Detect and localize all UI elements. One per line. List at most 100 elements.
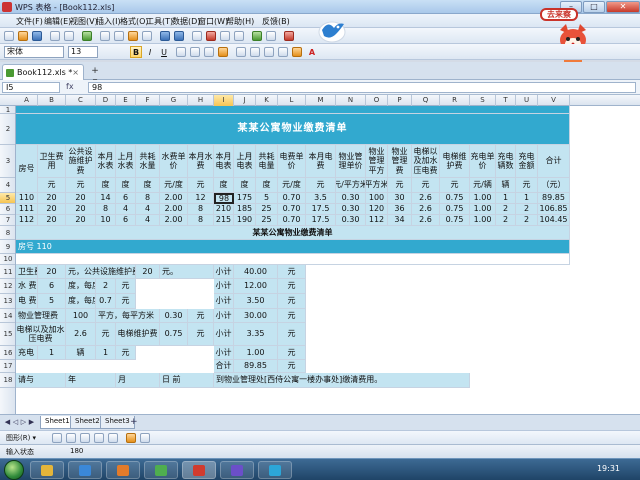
unit-cell[interactable]: 元/辆 [470,178,496,193]
data-cell[interactable]: 25 [256,215,278,226]
data-cell[interactable]: 6 [116,193,136,204]
drawing-icon[interactable] [266,31,276,41]
row-header[interactable]: 15 [0,323,15,346]
hyperlink-icon[interactable] [192,31,202,41]
unit-cell[interactable]: 度 [256,178,278,193]
detail-text[interactable]: 度，每度 [66,294,96,309]
header-cell[interactable]: 本月水表 [96,145,116,178]
column-header[interactable]: P [388,95,412,106]
sort-desc-icon[interactable] [234,31,244,41]
subtotal-label[interactable]: 小计 [214,346,234,360]
fx-icon[interactable]: fx [66,82,74,91]
font-size-select[interactable]: 13 [68,46,98,58]
data-cell[interactable]: 89.85 [538,193,570,204]
header-cell[interactable]: 本月水费 [188,145,214,178]
taskbar-wps[interactable] [182,461,216,479]
detail-text[interactable]: 元。 [160,265,214,279]
undo-icon[interactable] [160,31,170,41]
print-preview-icon[interactable] [64,31,74,41]
start-button-icon[interactable] [4,460,24,480]
fill-color-icon[interactable] [292,47,302,57]
data-cell[interactable]: 2 [516,204,538,215]
data-cell[interactable]: 30 [388,193,412,204]
column-header[interactable]: H [188,95,214,106]
unit-text[interactable]: 元 [278,323,306,346]
unit-text[interactable]: 元 [96,323,116,346]
unit-cell[interactable]: 平方米 [366,178,388,193]
unit-text[interactable]: 元 [188,309,214,323]
detail-label[interactable]: 物业管理费 [16,309,66,323]
menu-window[interactable]: 窗口(W) [198,16,228,27]
data-cell[interactable]: 2 [496,204,516,215]
data-cell[interactable]: 14 [96,193,116,204]
column-header[interactable]: J [234,95,256,106]
detail-value[interactable]: 2.6 [66,323,96,346]
data-cell[interactable]: 36 [388,204,412,215]
footer-text[interactable]: 年 [66,373,116,388]
header-cell[interactable]: 充电辆数 [496,145,516,178]
add-sheet-button[interactable]: + [130,418,138,427]
sort-asc-icon[interactable] [220,31,230,41]
align-right-icon[interactable] [204,47,214,57]
textbox-tool-icon[interactable] [108,433,118,443]
column-header[interactable]: O [366,95,388,106]
subtotal-value[interactable]: 40.00 [234,265,278,279]
data-cell[interactable]: 2 [496,215,516,226]
font-color-button[interactable]: A [306,46,318,58]
unit-text[interactable]: 元 [278,279,306,294]
column-header[interactable]: S [470,95,496,106]
data-cell[interactable]: 1 [496,193,516,204]
data-cell[interactable]: 0.75 [440,193,470,204]
data-cell[interactable]: 210 [214,204,234,215]
data-cell[interactable]: 190 [234,215,256,226]
format-painter-icon[interactable] [142,31,152,41]
data-cell[interactable]: 2.6 [412,193,440,204]
unit-text[interactable]: 元 [278,309,306,323]
taskbar-browser[interactable] [68,461,102,479]
total-value[interactable]: 89.85 [234,360,278,373]
row-header[interactable]: 13 [0,294,15,309]
menu-data[interactable]: 数据(D) [172,16,200,27]
subtotal-value[interactable]: 3.50 [234,294,278,309]
column-header[interactable]: G [160,95,188,106]
data-cell[interactable]: 4 [136,204,160,215]
detail-value[interactable]: 0.75 [160,323,188,346]
draw-menu[interactable]: 图形(R) ▾ [6,433,36,443]
data-cell[interactable]: 175 [234,193,256,204]
underline-button[interactable]: U [158,46,170,58]
data-cell[interactable]: 20 [66,193,96,204]
row-header[interactable]: 3 [0,145,15,178]
data-cell[interactable]: 4 [136,215,160,226]
menu-view[interactable]: 视图(V) [70,16,98,27]
unit-cell[interactable]: 度 [116,178,136,193]
detail-value[interactable]: 2 [96,279,116,294]
bold-button[interactable]: B [130,46,142,58]
subtotal-label[interactable]: 小计 [214,309,234,323]
column-header[interactable]: U [516,95,538,106]
menu-help[interactable]: 帮助(H) [226,16,254,27]
detail-label[interactable]: 充电 [16,346,38,360]
unit-cell[interactable]: 元 [412,178,440,193]
unit-text[interactable]: 元 [116,294,136,309]
row-header[interactable]: 18 [0,373,15,388]
unit-cell[interactable]: 元 [388,178,412,193]
unit-cell[interactable]: 元 [38,178,66,193]
row-header[interactable]: 10 [0,254,15,265]
percent-icon[interactable] [250,47,260,57]
data-cell[interactable]: 104.45 [538,215,570,226]
header-cell[interactable]: 合计 [538,145,570,178]
row-header[interactable]: 11 [0,265,15,279]
select-arrow-icon[interactable] [52,433,62,443]
header-cell[interactable]: 本月电表 [214,145,234,178]
header-cell[interactable]: 上月水表 [116,145,136,178]
column-header[interactable]: N [336,95,366,106]
row-header[interactable]: 2 [0,114,15,145]
header-cell[interactable]: 水费单价 [160,145,188,178]
feedback-icon[interactable] [284,31,294,41]
data-cell[interactable]: 2.00 [160,193,188,204]
unit-cell[interactable]: 元 [306,178,336,193]
data-cell[interactable]: 120 [366,204,388,215]
header-cell[interactable]: 公共设施维护费 [66,145,96,178]
data-cell[interactable]: 10 [96,215,116,226]
taskbar-chat[interactable] [258,461,292,479]
